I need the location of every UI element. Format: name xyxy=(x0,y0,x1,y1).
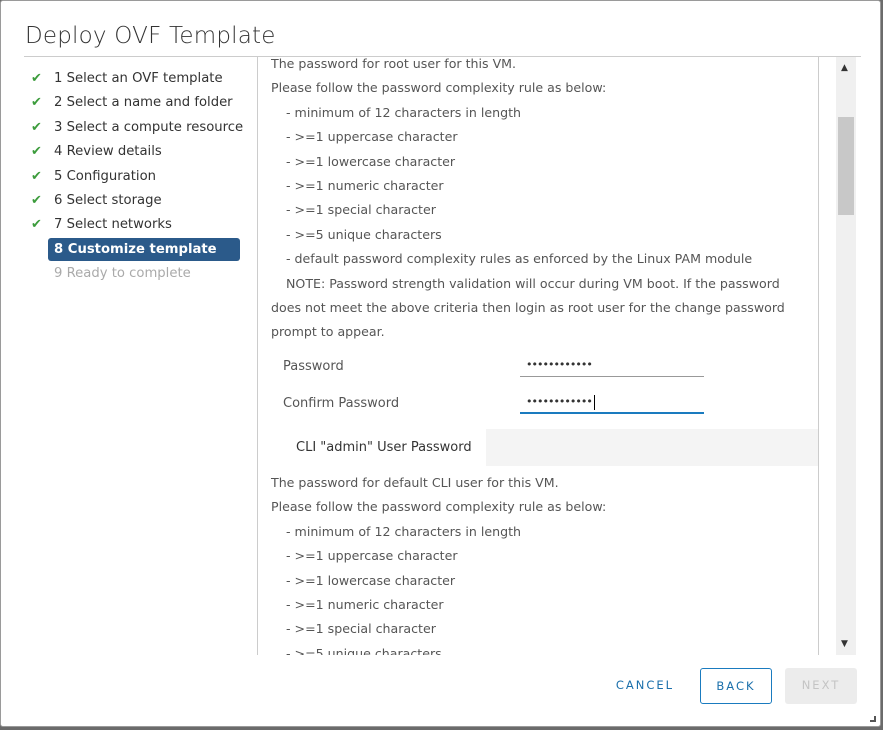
back-button[interactable]: BACK xyxy=(700,668,772,704)
description-line: - default password complexity rules as e… xyxy=(286,251,753,267)
description-line: - >=1 lowercase character xyxy=(286,153,456,169)
confirm-password-label: Confirm Password xyxy=(283,396,400,411)
description-line: - >=1 lowercase character xyxy=(286,572,456,588)
description-line: The password for root user for this VM. xyxy=(271,57,517,71)
description-line: - >=1 uppercase character xyxy=(286,129,458,145)
check-icon: ✔ xyxy=(31,95,42,111)
description-line: - >=1 special character xyxy=(286,202,436,218)
check-icon: ✔ xyxy=(31,119,42,135)
description-line: does not meet the above criteria then lo… xyxy=(271,300,785,315)
wizard-step-6[interactable]: ✔ 6 Select storage xyxy=(31,189,240,212)
description-line: - minimum of 12 characters in length xyxy=(286,523,521,539)
customize-template-content: The password for root user for this VM. P… xyxy=(259,57,819,655)
step-label: 8 Customize template xyxy=(54,241,217,257)
scroll-up-icon[interactable]: ▲ xyxy=(841,63,848,73)
cli-admin-password-section[interactable]: CLI "admin" User Password xyxy=(281,429,818,466)
step-label: 2 Select a name and folder xyxy=(54,95,233,111)
next-button[interactable]: NEXT xyxy=(785,668,857,704)
password-input[interactable]: •••••••••••• xyxy=(520,355,704,377)
scroll-down-icon[interactable]: ▼ xyxy=(841,639,848,649)
description-line: prompt to appear. xyxy=(271,324,385,340)
description-line: Please follow the password complexity ru… xyxy=(271,499,607,515)
description-line: Please follow the password complexity ru… xyxy=(271,80,607,96)
wizard-step-5[interactable]: ✔ 5 Configuration xyxy=(31,165,240,188)
description-line: - >=1 numeric character xyxy=(286,597,444,612)
description-line: - >=1 uppercase character xyxy=(286,548,458,564)
description-line: The password for default CLI user for th… xyxy=(271,475,559,490)
check-icon: ✔ xyxy=(31,168,42,184)
dialog-title: Deploy OVF Template xyxy=(25,23,276,49)
step-label: 5 Configuration xyxy=(54,168,157,184)
step-label: 7 Select networks xyxy=(54,217,172,233)
wizard-step-1[interactable]: ✔ 1 Select an OVF template xyxy=(31,67,240,90)
description-line: - >=5 unique characters xyxy=(286,645,442,655)
deploy-ovf-dialog: Deploy OVF Template ✔ 1 Select an OVF tem… xyxy=(0,0,881,727)
step-label: 3 Select a compute resource xyxy=(54,119,244,135)
wizard-step-8[interactable]: 8 Customize template xyxy=(48,237,240,261)
check-icon: ✔ xyxy=(31,193,42,208)
text-caret xyxy=(593,394,595,410)
description-line: - >=1 numeric character xyxy=(286,178,444,193)
password-label: Password xyxy=(283,359,344,374)
scrollbar-thumb[interactable] xyxy=(838,117,854,215)
step-label: 9 Ready to complete xyxy=(54,266,191,282)
step-label: 1 Select an OVF template xyxy=(54,71,223,86)
wizard-step-9: 9 Ready to complete xyxy=(48,262,240,285)
section-title: CLI "admin" User Password xyxy=(281,429,486,466)
wizard-step-7[interactable]: ✔ 7 Select networks xyxy=(31,213,240,236)
wizard-step-4[interactable]: ✔ 4 Review details xyxy=(31,140,240,163)
step-label: 4 Review details xyxy=(54,144,162,160)
confirm-password-input[interactable]: •••••••••••• xyxy=(520,392,704,414)
wizard-step-2[interactable]: ✔ 2 Select a name and folder xyxy=(31,91,240,114)
check-icon: ✔ xyxy=(31,144,42,160)
check-icon: ✔ xyxy=(31,217,42,233)
step-label: 6 Select storage xyxy=(54,193,162,208)
wizard-step-3[interactable]: ✔ 3 Select a compute resource xyxy=(31,116,244,139)
confirm-password-value: •••••••••••• xyxy=(526,395,593,408)
scrollbar[interactable]: ▲ ▼ xyxy=(836,57,856,655)
description-line: NOTE: Password strength validation will … xyxy=(286,275,780,291)
description-line: - >=5 unique characters xyxy=(286,226,442,242)
description-line: - >=1 special character xyxy=(286,621,436,637)
cancel-button[interactable]: CANCEL xyxy=(605,668,685,704)
resize-grip-icon[interactable] xyxy=(870,716,876,722)
description-line: - minimum of 12 characters in length xyxy=(286,104,521,120)
check-icon: ✔ xyxy=(31,71,42,86)
